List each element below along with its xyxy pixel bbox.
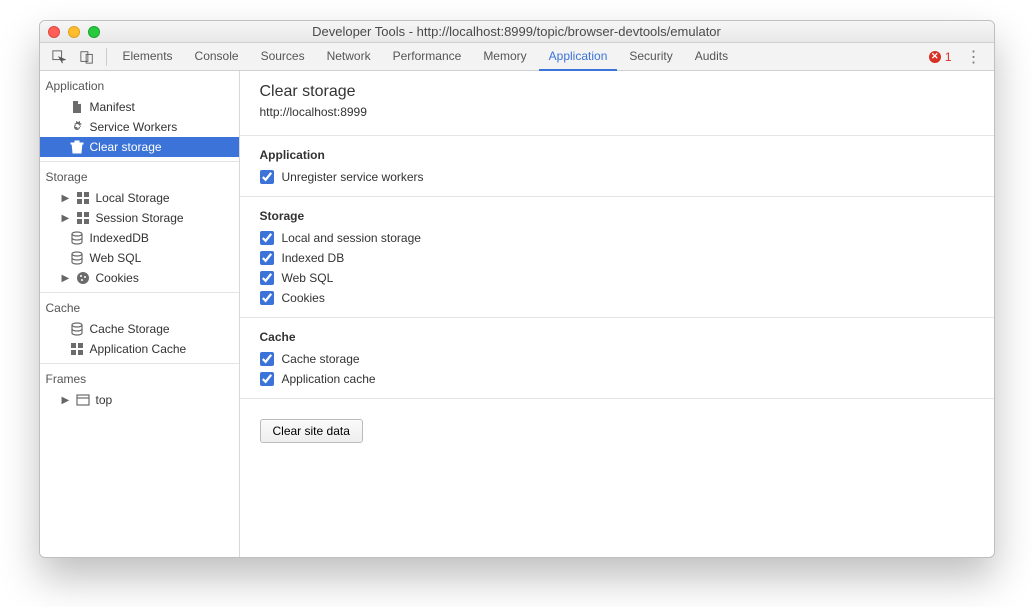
more-menu-icon[interactable]: ⋮ <box>960 47 988 67</box>
main-panel: Clear storage http://localhost:8999 Appl… <box>240 71 994 557</box>
devtools-window: Developer Tools - http://localhost:8999/… <box>39 20 995 558</box>
tab-security[interactable]: Security <box>619 43 682 71</box>
check-row-unregister-service-workers[interactable]: Unregister service workers <box>260 170 974 184</box>
error-icon: ✕ <box>929 51 941 63</box>
window-icon <box>76 393 90 407</box>
title-bar: Developer Tools - http://localhost:8999/… <box>40 21 994 43</box>
clear-site-data-button[interactable]: Clear site data <box>260 419 363 443</box>
check-label: Unregister service workers <box>282 170 424 184</box>
sidebar-item-local-storage[interactable]: ▶ Local Storage <box>40 188 239 208</box>
divider <box>240 196 994 197</box>
checkbox-indexed-db[interactable] <box>260 251 274 265</box>
sidebar-item-clear-storage[interactable]: Clear storage <box>40 137 239 157</box>
chevron-right-icon[interactable]: ▶ <box>62 273 70 284</box>
checkbox-web-sql[interactable] <box>260 271 274 285</box>
grid-icon <box>70 342 84 356</box>
check-row-cookies[interactable]: Cookies <box>260 291 974 305</box>
grid-icon <box>76 211 90 225</box>
check-row-local-and-session-storage[interactable]: Local and session storage <box>260 231 974 245</box>
toolbar-separator <box>106 48 107 66</box>
sidebar-item-label: Web SQL <box>90 251 142 265</box>
sidebar-item-label: Manifest <box>90 100 135 114</box>
group-title-storage: Storage <box>260 209 974 223</box>
sidebar-section-storage: Storage <box>40 162 239 188</box>
page-title: Clear storage <box>260 83 974 101</box>
checkbox-application-cache[interactable] <box>260 372 274 386</box>
group-title-cache: Cache <box>260 330 974 344</box>
origin-text: http://localhost:8999 <box>260 105 974 119</box>
check-row-web-sql[interactable]: Web SQL <box>260 271 974 285</box>
sidebar-item-label: Service Workers <box>90 120 178 134</box>
sidebar-item-label: Application Cache <box>90 342 187 356</box>
group-title-application: Application <box>260 148 974 162</box>
checkbox-cookies[interactable] <box>260 291 274 305</box>
cookie-icon <box>76 271 90 285</box>
sidebar-item-manifest[interactable]: Manifest <box>40 97 239 117</box>
check-label: Local and session storage <box>282 231 421 245</box>
sidebar-item-session-storage[interactable]: ▶ Session Storage <box>40 208 239 228</box>
checkbox-cache-storage[interactable] <box>260 352 274 366</box>
device-toggle-icon[interactable] <box>74 46 100 68</box>
tab-network[interactable]: Network <box>317 43 381 71</box>
sidebar-section-frames: Frames <box>40 364 239 390</box>
trash-icon <box>70 140 84 154</box>
sidebar-item-web-sql[interactable]: Web SQL <box>40 248 239 268</box>
sidebar-item-service-workers[interactable]: Service Workers <box>40 117 239 137</box>
sidebar-item-label: Cache Storage <box>90 322 170 336</box>
check-label: Indexed DB <box>282 251 345 265</box>
check-row-application-cache[interactable]: Application cache <box>260 372 974 386</box>
inspect-icon[interactable] <box>46 46 72 68</box>
tab-memory[interactable]: Memory <box>473 43 536 71</box>
sidebar-item-label: Local Storage <box>96 191 170 205</box>
chevron-right-icon[interactable]: ▶ <box>62 193 70 204</box>
check-label: Cache storage <box>282 352 360 366</box>
divider <box>240 317 994 318</box>
gear-icon <box>70 120 84 134</box>
grid-icon <box>76 191 90 205</box>
check-label: Cookies <box>282 291 325 305</box>
tab-console[interactable]: Console <box>185 43 249 71</box>
sidebar-item-label: top <box>96 393 113 407</box>
db-icon <box>70 251 84 265</box>
sidebar-item-cache-storage[interactable]: Cache Storage <box>40 319 239 339</box>
chevron-right-icon[interactable]: ▶ <box>62 395 70 406</box>
window-title: Developer Tools - http://localhost:8999/… <box>40 24 994 39</box>
divider <box>240 135 994 136</box>
sidebar-item-label: Cookies <box>96 271 139 285</box>
toolbar: ElementsConsoleSourcesNetworkPerformance… <box>40 43 994 71</box>
tab-sources[interactable]: Sources <box>251 43 315 71</box>
tab-performance[interactable]: Performance <box>383 43 472 71</box>
error-count: 1 <box>945 50 952 64</box>
checkbox-local-and-session-storage[interactable] <box>260 231 274 245</box>
sidebar: Application Manifest Service Workers Clear … <box>40 71 240 557</box>
tab-elements[interactable]: Elements <box>113 43 183 71</box>
db-icon <box>70 231 84 245</box>
tab-application[interactable]: Application <box>539 43 618 71</box>
sidebar-item-label: IndexedDB <box>90 231 149 245</box>
sidebar-item-label: Session Storage <box>96 211 184 225</box>
tab-audits[interactable]: Audits <box>685 43 738 71</box>
check-label: Application cache <box>282 372 376 386</box>
sidebar-item-top[interactable]: ▶ top <box>40 390 239 410</box>
sidebar-section-application: Application <box>40 71 239 97</box>
file-icon <box>70 100 84 114</box>
checkbox-unregister-service-workers[interactable] <box>260 170 274 184</box>
sidebar-item-application-cache[interactable]: Application Cache <box>40 339 239 359</box>
panel-tabs: ElementsConsoleSourcesNetworkPerformance… <box>113 43 739 71</box>
check-label: Web SQL <box>282 271 334 285</box>
sidebar-item-label: Clear storage <box>90 140 162 154</box>
error-badge[interactable]: ✕ 1 <box>923 50 958 64</box>
chevron-right-icon[interactable]: ▶ <box>62 213 70 224</box>
sidebar-item-cookies[interactable]: ▶ Cookies <box>40 268 239 288</box>
sidebar-item-indexeddb[interactable]: IndexedDB <box>40 228 239 248</box>
check-row-cache-storage[interactable]: Cache storage <box>260 352 974 366</box>
sidebar-section-cache: Cache <box>40 293 239 319</box>
db-icon <box>70 322 84 336</box>
check-row-indexed-db[interactable]: Indexed DB <box>260 251 974 265</box>
divider <box>240 398 994 399</box>
